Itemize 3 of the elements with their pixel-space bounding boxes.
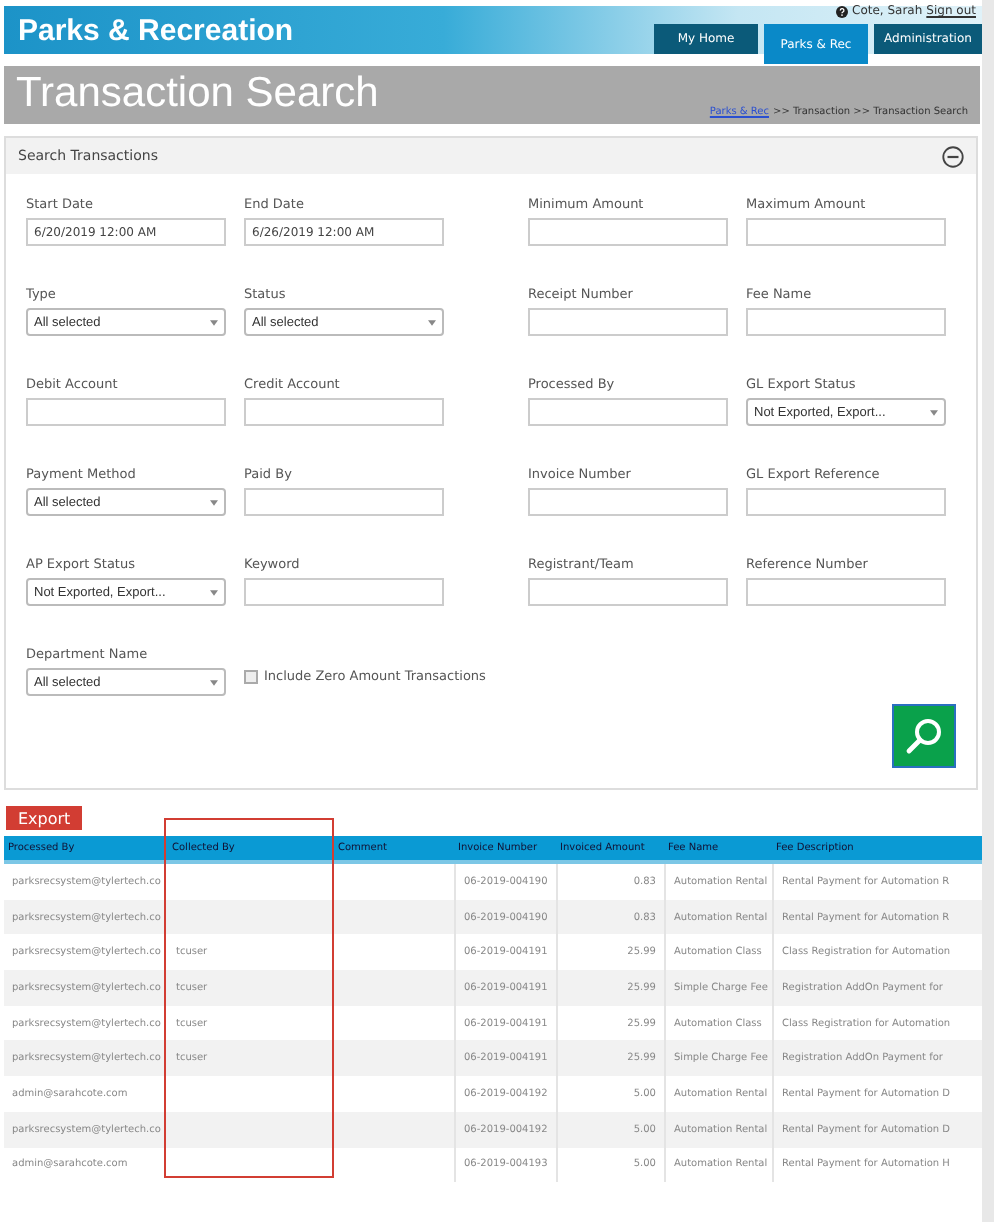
app-title: Parks & Recreation: [16, 12, 294, 48]
page-title: Transaction Search: [16, 70, 379, 118]
export-button[interactable]: Export: [6, 806, 83, 830]
